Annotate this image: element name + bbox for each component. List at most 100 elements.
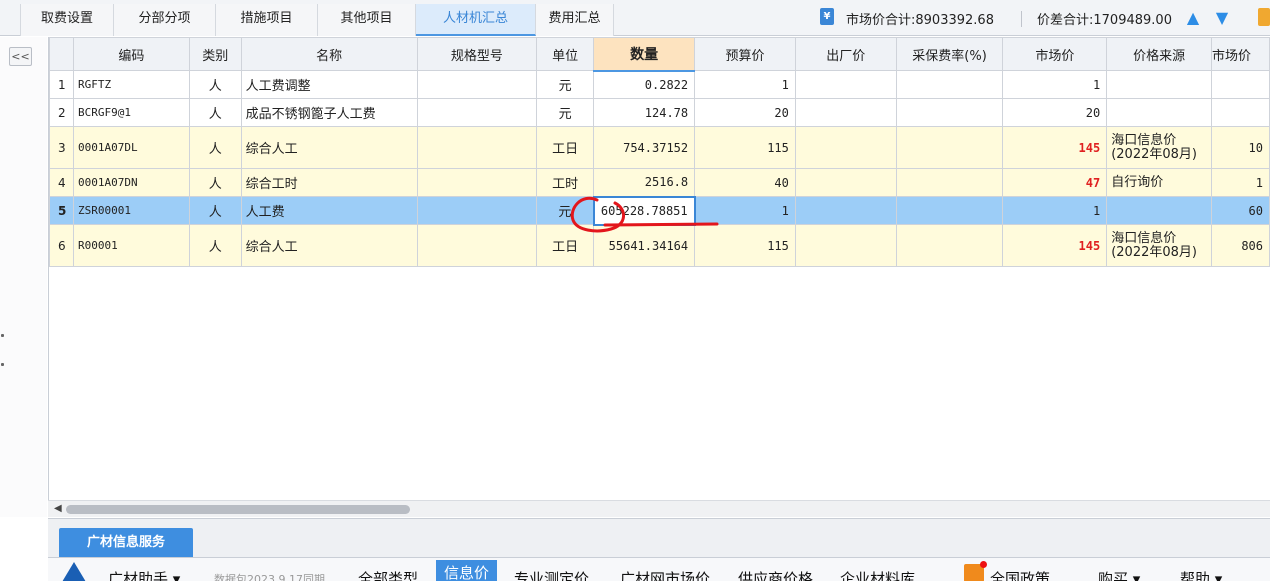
- scrollbar-thumb[interactable]: [66, 505, 410, 514]
- cell-market-price[interactable]: 145: [1002, 126, 1108, 169]
- cell-quantity[interactable]: 124.78: [593, 98, 696, 127]
- cell-code[interactable]: 0001A07DN: [72, 168, 190, 197]
- cell-code[interactable]: 0001A07DL: [72, 126, 190, 169]
- col-header-kind[interactable]: 类别: [188, 37, 242, 71]
- tab-fee-settings[interactable]: 取费设置: [20, 4, 114, 36]
- filter-all-types[interactable]: 全部类型: [358, 568, 418, 581]
- horizontal-scrollbar[interactable]: ◀: [48, 500, 1270, 517]
- cell-name[interactable]: 人工费调整: [240, 70, 418, 99]
- cell-name[interactable]: 综合人工: [240, 224, 418, 267]
- cell-procure-rate[interactable]: [895, 224, 1004, 267]
- cell-factory-price[interactable]: [794, 196, 897, 225]
- filter-info-price[interactable]: 信息价: [436, 560, 498, 581]
- cell-kind[interactable]: 人: [188, 224, 242, 267]
- cell-unit[interactable]: 工日: [536, 224, 595, 267]
- cell-kind[interactable]: 人: [188, 98, 242, 127]
- cell-price-source[interactable]: 自行询价: [1106, 168, 1212, 197]
- col-header-procure-rate[interactable]: 采保费率(%): [895, 37, 1004, 71]
- cell-budget-price[interactable]: 1: [694, 196, 796, 225]
- cell-price-source[interactable]: 海口信息价 (2022年08月): [1106, 126, 1212, 169]
- tab-measures[interactable]: 措施项目: [216, 4, 318, 36]
- cell-market-total[interactable]: [1211, 70, 1270, 99]
- cell-market-price[interactable]: 20: [1002, 98, 1108, 127]
- cell-price-source[interactable]: [1106, 98, 1212, 127]
- cell-unit[interactable]: 工时: [536, 168, 595, 197]
- cell-procure-rate[interactable]: [895, 168, 1004, 197]
- cell-market-total[interactable]: [1211, 98, 1270, 127]
- cell-quantity[interactable]: 2516.8: [593, 168, 696, 197]
- cell-name[interactable]: 成品不锈钢篦子人工费: [240, 98, 418, 127]
- cell-budget-price[interactable]: 40: [694, 168, 796, 197]
- col-header-quantity[interactable]: 数量: [593, 37, 696, 72]
- col-header-price-source[interactable]: 价格来源: [1106, 37, 1212, 71]
- tab-labor-material-summary[interactable]: 人材机汇总: [416, 4, 536, 36]
- cell-factory-price[interactable]: [794, 126, 897, 169]
- cell-budget-price[interactable]: 1: [694, 70, 796, 99]
- table-row[interactable]: 6 R00001 人综合人工 工日 55641.34164 115 145 海口信息价 (202…: [49, 224, 1270, 267]
- cell-spec[interactable]: [416, 98, 538, 127]
- cell-kind[interactable]: 人: [188, 70, 242, 99]
- cell-spec[interactable]: [416, 196, 538, 225]
- scroll-left-icon[interactable]: ◀: [54, 503, 62, 514]
- arrow-up-icon[interactable]: ▲: [1186, 9, 1200, 27]
- filter-supplier-price[interactable]: 供应商价格: [738, 568, 813, 581]
- col-header-unit[interactable]: 单位: [536, 37, 595, 71]
- cell-market-total[interactable]: 1: [1211, 168, 1270, 197]
- national-policy-link[interactable]: 全国政策: [990, 568, 1050, 581]
- cell-name[interactable]: 综合人工: [240, 126, 418, 169]
- filter-market-price[interactable]: 广材网市场价: [620, 568, 710, 581]
- cell-kind[interactable]: 人: [188, 168, 242, 197]
- cell-market-price[interactable]: 1: [1002, 196, 1108, 225]
- table-row[interactable]: 1 RGFTZ 人人工费调整元 0.2822 1 1: [49, 70, 1270, 99]
- cell-quantity[interactable]: 55641.34164: [593, 224, 696, 267]
- cell-procure-rate[interactable]: [895, 70, 1004, 99]
- cell-price-source[interactable]: [1106, 196, 1212, 225]
- cell-code[interactable]: BCRGF9@1: [72, 98, 190, 127]
- cell-factory-price[interactable]: [794, 70, 897, 99]
- cell-name[interactable]: 综合工时: [240, 168, 418, 197]
- col-header-code[interactable]: 编码: [72, 37, 190, 71]
- cell-quantity[interactable]: 605228.78851: [592, 195, 696, 226]
- cell-name[interactable]: 人工费: [240, 196, 418, 225]
- cell-budget-price[interactable]: 115: [694, 126, 796, 169]
- tab-other-items[interactable]: 其他项目: [318, 4, 416, 36]
- cell-price-source[interactable]: 海口信息价 (2022年08月): [1106, 224, 1212, 267]
- col-header-factory-price[interactable]: 出厂价: [794, 37, 897, 71]
- cell-procure-rate[interactable]: [895, 196, 1004, 225]
- cell-market-total[interactable]: 806: [1211, 224, 1270, 267]
- cell-quantity[interactable]: 0.2822: [593, 70, 696, 99]
- filter-enterprise-library[interactable]: 企业材料库: [840, 568, 915, 581]
- cell-unit[interactable]: 工日: [536, 126, 595, 169]
- col-header-budget-price[interactable]: 预算价: [694, 37, 796, 71]
- filter-pro-price[interactable]: 专业测定价: [514, 568, 589, 581]
- cell-kind[interactable]: 人: [188, 126, 242, 169]
- help-menu[interactable]: 帮助 ▾: [1180, 568, 1222, 581]
- cell-code[interactable]: ZSR00001: [72, 196, 190, 225]
- col-header-market-price[interactable]: 市场价: [1002, 37, 1108, 71]
- cell-price-source[interactable]: [1106, 70, 1212, 99]
- assistant-menu[interactable]: 广材助手 ▾: [108, 568, 180, 581]
- cell-spec[interactable]: [416, 168, 538, 197]
- col-header-market-total[interactable]: 市场价: [1211, 37, 1270, 71]
- cell-unit[interactable]: 元: [536, 70, 595, 99]
- col-header-spec[interactable]: 规格型号: [416, 37, 538, 71]
- cell-procure-rate[interactable]: [895, 126, 1004, 169]
- cell-factory-price[interactable]: [794, 98, 897, 127]
- tab-fee-summary[interactable]: 费用汇总: [536, 4, 614, 36]
- cell-budget-price[interactable]: 20: [694, 98, 796, 127]
- cell-budget-price[interactable]: 115: [694, 224, 796, 267]
- cell-market-price[interactable]: 47: [1002, 168, 1108, 197]
- arrow-down-icon[interactable]: ▼: [1215, 9, 1229, 27]
- table-row[interactable]: 2 BCRGF9@1 人成品不锈钢篦子人工费元 124.78 20 20: [49, 98, 1270, 127]
- cell-kind[interactable]: 人: [188, 196, 242, 225]
- tab-divisions[interactable]: 分部分项: [114, 4, 216, 36]
- cell-market-price[interactable]: 1: [1002, 70, 1108, 99]
- col-header-name[interactable]: 名称: [240, 37, 418, 71]
- buy-menu[interactable]: 购买 ▾: [1098, 568, 1140, 581]
- cell-spec[interactable]: [416, 224, 538, 267]
- cell-market-total[interactable]: 60: [1211, 196, 1270, 225]
- cell-market-price[interactable]: 145: [1002, 224, 1108, 267]
- cell-factory-price[interactable]: [794, 168, 897, 197]
- double-chevron-left-icon[interactable]: <<: [9, 47, 32, 66]
- cell-market-total[interactable]: 10: [1211, 126, 1270, 169]
